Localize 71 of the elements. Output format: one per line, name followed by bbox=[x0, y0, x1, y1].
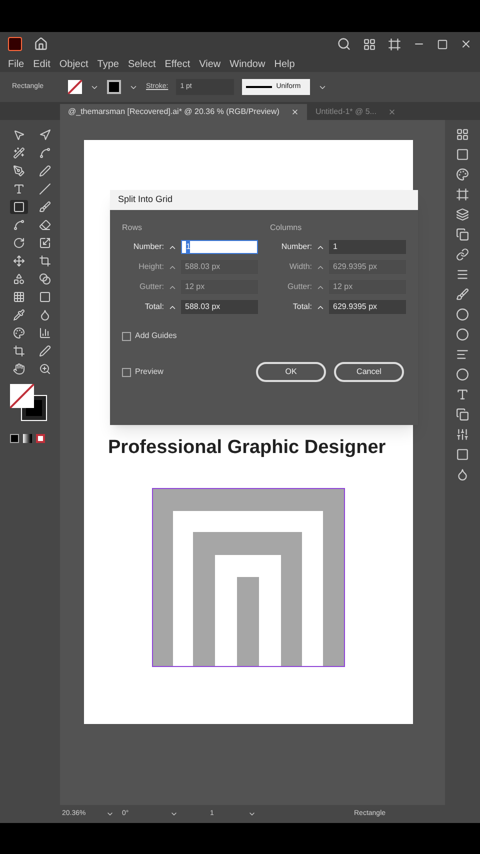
menu-item[interactable]: Select bbox=[128, 56, 156, 72]
color-icon[interactable] bbox=[10, 434, 19, 443]
close-icon[interactable] bbox=[388, 108, 396, 116]
field-label: Height: bbox=[138, 261, 164, 273]
eraser-icon[interactable] bbox=[39, 219, 51, 231]
close-icon[interactable] bbox=[460, 38, 472, 50]
none-icon[interactable] bbox=[36, 434, 45, 443]
stroke-swatch-icon[interactable] bbox=[107, 80, 121, 94]
checkbox[interactable]: Add Guides bbox=[122, 330, 177, 342]
menu-item[interactable]: Edit bbox=[33, 56, 50, 72]
stroke-icon[interactable] bbox=[456, 268, 469, 281]
checkbox[interactable]: Preview bbox=[122, 366, 164, 378]
search-icon[interactable] bbox=[337, 37, 351, 51]
dialog-title: Split Into Grid bbox=[110, 190, 418, 210]
field-label: Number: bbox=[132, 241, 164, 253]
properties-icon[interactable] bbox=[456, 428, 469, 441]
menu-item[interactable]: Window bbox=[230, 56, 266, 72]
color-icon[interactable] bbox=[456, 168, 469, 181]
layers-icon[interactable] bbox=[456, 208, 469, 221]
artboard-heading: Professional Graphic Designer bbox=[108, 436, 386, 460]
field-label: Gutter: bbox=[286, 281, 312, 293]
align-icon[interactable] bbox=[456, 348, 469, 361]
circle-icon[interactable] bbox=[456, 368, 469, 381]
field-label: Total: bbox=[144, 301, 164, 313]
group-title: Rows bbox=[122, 222, 144, 234]
home-icon[interactable] bbox=[34, 37, 48, 51]
scale-icon[interactable] bbox=[39, 237, 51, 249]
fill-stroke-icon[interactable] bbox=[10, 384, 48, 422]
field-label: Total: bbox=[292, 301, 312, 313]
eyedropper-icon[interactable] bbox=[13, 309, 25, 321]
brush-icon[interactable] bbox=[39, 201, 51, 213]
close-icon[interactable] bbox=[291, 108, 300, 116]
brushes-icon[interactable] bbox=[456, 288, 469, 301]
caret-icon[interactable] bbox=[248, 810, 256, 818]
type-icon[interactable] bbox=[13, 183, 25, 195]
maximize-icon[interactable] bbox=[437, 38, 448, 50]
mesh-icon[interactable] bbox=[13, 291, 25, 303]
shape-builder-icon[interactable] bbox=[13, 273, 25, 285]
menu-item[interactable]: View bbox=[199, 56, 221, 72]
menu-item[interactable]: File bbox=[8, 56, 24, 72]
document-tab[interactable]: @_themarsman [Recovered].ai* @ 20.36 % (RGB/Preview) bbox=[60, 104, 308, 120]
magic-wand-icon[interactable] bbox=[13, 147, 25, 159]
field-label: Width: bbox=[288, 261, 312, 273]
hand-icon[interactable] bbox=[13, 363, 25, 375]
caret-icon[interactable] bbox=[106, 810, 114, 818]
line-icon[interactable] bbox=[39, 183, 51, 195]
menu-item[interactable]: Effect bbox=[164, 56, 190, 72]
dialog-button[interactable]: Cancel bbox=[334, 362, 404, 382]
menu-item[interactable]: Object bbox=[59, 56, 88, 72]
menu-item[interactable]: Help bbox=[274, 56, 295, 72]
zoom-icon[interactable] bbox=[39, 363, 51, 375]
character-icon[interactable] bbox=[456, 388, 469, 401]
group-title: Columns bbox=[270, 222, 303, 234]
menu-item[interactable]: Type bbox=[97, 56, 119, 72]
field-label: Gutter: bbox=[138, 281, 164, 293]
direct-selection-icon[interactable] bbox=[39, 129, 51, 141]
number-field[interactable]: 1 bbox=[329, 240, 406, 254]
field-label: Number: bbox=[280, 241, 312, 253]
dialog-button[interactable]: OK bbox=[256, 362, 326, 382]
rotate-icon[interactable] bbox=[13, 237, 25, 249]
number-field[interactable]: 1 bbox=[181, 240, 258, 254]
number-field[interactable]: 588.03 px bbox=[181, 300, 258, 314]
links-icon[interactable] bbox=[456, 248, 469, 261]
number-field[interactable]: 629.9395 px bbox=[329, 300, 406, 314]
selection-icon[interactable] bbox=[13, 129, 25, 141]
graph-icon[interactable] bbox=[39, 327, 51, 339]
app-logo-icon bbox=[8, 37, 22, 51]
caret-icon[interactable] bbox=[170, 810, 178, 818]
fill-swatch-icon[interactable] bbox=[68, 80, 82, 94]
pen-icon[interactable] bbox=[13, 165, 25, 177]
rectangle-icon[interactable] bbox=[13, 201, 25, 213]
